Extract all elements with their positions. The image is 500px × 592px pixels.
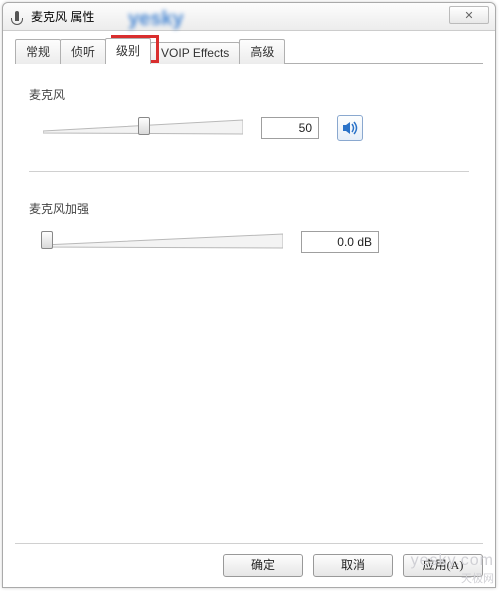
mic-label: 麦克风: [29, 86, 469, 103]
boost-value[interactable]: 0.0 dB: [301, 231, 379, 253]
tab-voip-effects[interactable]: VOIP Effects: [150, 42, 240, 64]
microphone-icon: [9, 9, 25, 25]
tab-listen[interactable]: 侦听: [60, 39, 106, 64]
boost-row: 0.0 dB: [29, 229, 469, 255]
tab-content: 麦克风 50 麦克风加强: [3, 64, 495, 265]
mute-button[interactable]: [337, 115, 363, 141]
cancel-button[interactable]: 取消: [313, 554, 393, 577]
window-title: 麦克风 属性: [31, 8, 94, 25]
mic-value[interactable]: 50: [261, 117, 319, 139]
mic-row: 50: [29, 115, 469, 141]
properties-dialog: 麦克风 属性 ✕ yesky 常规 侦听 级别 VOIP Effects 高级 …: [2, 2, 496, 588]
speaker-icon: [342, 121, 358, 135]
slider-wedge-icon: [43, 233, 283, 251]
titlebar: 麦克风 属性 ✕: [3, 3, 495, 31]
close-button[interactable]: ✕: [449, 6, 489, 24]
mic-slider-thumb[interactable]: [138, 117, 150, 135]
dialog-footer: 确定 取消 应用(A): [15, 543, 483, 577]
tab-advanced[interactable]: 高级: [239, 39, 285, 64]
tab-general[interactable]: 常规: [15, 39, 61, 64]
apply-button[interactable]: 应用(A): [403, 554, 483, 577]
mic-slider[interactable]: [43, 115, 243, 141]
separator: [29, 171, 469, 172]
ok-button[interactable]: 确定: [223, 554, 303, 577]
boost-slider-thumb[interactable]: [41, 231, 53, 249]
tab-bar: 常规 侦听 级别 VOIP Effects 高级: [15, 41, 483, 64]
boost-label: 麦克风加强: [29, 200, 469, 217]
tab-levels[interactable]: 级别: [105, 38, 151, 64]
close-icon: ✕: [464, 9, 473, 22]
boost-slider[interactable]: [43, 229, 283, 255]
